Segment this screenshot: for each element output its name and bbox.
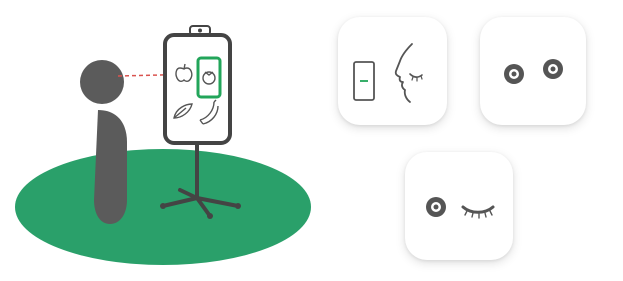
person-body [94, 110, 127, 224]
eye-tracking-illustration [0, 0, 623, 276]
face-profile-with-screen-icon [353, 43, 423, 103]
tile-face-with-screen [338, 17, 447, 125]
person-head [80, 60, 124, 104]
both-eyes-open-icon [504, 59, 563, 84]
selection-box [196, 56, 222, 99]
tile-one-eye-winking [405, 152, 513, 260]
tile-both-eyes-open [480, 17, 586, 125]
one-eye-winking-icon [426, 197, 495, 219]
